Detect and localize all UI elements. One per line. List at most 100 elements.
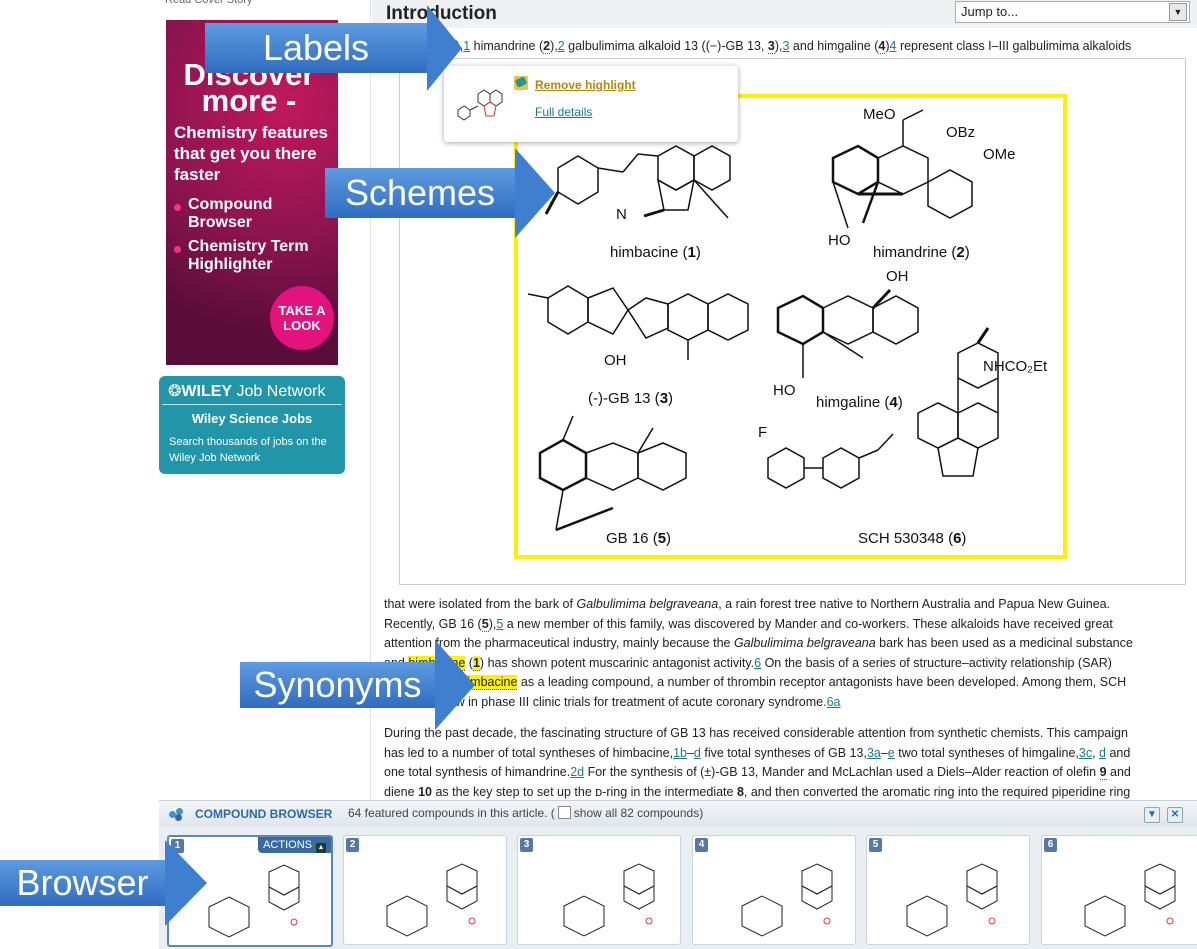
text: as the key step to set up the ᴅ-ring in … [431,784,737,799]
compound-number: 6 [953,530,962,547]
atom-label: MeO [863,106,896,123]
text: and [1105,745,1131,760]
text: – [686,745,694,760]
compound-label[interactable]: 3 [767,39,775,54]
text: and [1106,765,1131,779]
structure-ring [966,885,998,910]
reference-link[interactable]: e [888,746,895,760]
compound-label[interactable]: 8 [737,785,744,799]
compound-name: (-)-GB 13 [588,390,651,407]
ad-bullets: Compound Browser Chemistry Term Highligh… [170,196,328,280]
text: , a rain forest tree native to Northern … [718,597,1111,611]
text: and himgaline ( [789,39,879,53]
structure-ring [741,895,783,937]
compound-label[interactable]: 9 [1099,765,1107,780]
species-name: Galbulimima belgraveana [576,597,719,611]
remove-highlight-link[interactable]: Remove highlight [535,78,636,92]
jobs-header: ❂WILEY Job Network [162,376,342,405]
callout-text: Labels [205,23,427,73]
show-all-checkbox[interactable] [557,806,571,819]
jobs-title[interactable]: Wiley Science Jobs [159,411,345,426]
oxygen-atom [645,917,653,925]
term-popup: Remove highlight Full details [444,66,738,142]
text: that were isolated from the bark of [384,597,577,611]
text: a new member of this family, was discove… [503,616,1113,631]
compound-structure-thumbnail [906,863,998,937]
paragraph-line: Recently, GB 16 (5),5 a new member of th… [384,616,1113,632]
compound-number: 4 [889,394,898,411]
atom-label: HO [773,382,796,399]
text: represent class I–III galbulimima alkalo… [896,39,1132,53]
jump-to-select[interactable]: Jump to... ▼ [955,1,1190,23]
compound-browser-logo-icon [169,808,187,821]
chemical-scheme[interactable]: himbacine (1) himandrine (2) (-)-GB 13 (… [514,94,1067,559]
jobs-brand-suffix: Job Network [236,383,326,400]
paragraph-line: that were isolated from the bark of Galb… [384,595,1196,615]
compound-browser-header: COMPOUND BROWSER 64 featured compounds i… [159,801,1197,827]
take-a-look-button[interactable]: TAKE A LOOK [270,286,334,350]
text: has shown potent muscarinic antagonist a… [484,655,755,670]
paragraph-2: During the past decade, the fascinating … [384,724,1196,802]
featured-count-text: 64 featured compounds in this article. ( [348,806,555,820]
compound-label[interactable]: 5 [481,616,489,632]
structure-ring [446,863,478,895]
structure-ring [1144,863,1176,895]
reference-link[interactable]: 3c [1079,746,1092,760]
compound-card[interactable]: 4 [692,835,856,945]
reference-link[interactable]: 6a [827,695,841,709]
show-all-label[interactable]: show all 82 compounds) [574,806,703,820]
compound-caption-2: himandrine (2) [873,244,970,261]
structure-ring [563,895,605,937]
read-cover-story-link[interactable]: Read Cover Story [165,0,252,6]
close-icon[interactable]: ✕ [1167,807,1183,823]
compound-browser-panel: COMPOUND BROWSER 64 featured compounds i… [159,800,1197,949]
wiley-job-network-box[interactable]: ❂WILEY Job Network Wiley Science Jobs Se… [159,376,345,474]
text: five total syntheses of GB 13, [700,745,867,760]
paragraph-line: and himbacine (1) has shown potent musca… [384,654,1196,674]
structure-ring [386,895,428,937]
text: diene [384,784,419,799]
compound-name: GB 16 [606,530,649,547]
compound-card[interactable]: 3 [517,835,681,945]
compound-number: 1 [687,244,696,261]
callout-text: Browser [0,860,165,906]
atom-label: F [758,424,768,441]
chevron-down-icon[interactable]: ▼ [1169,3,1187,21]
structure-ring [208,896,250,938]
compound-card[interactable]: 2 [343,835,507,945]
compound-name: himandrine [873,244,948,261]
compound-number: 2 [956,244,965,261]
compound-caption-1: himbacine (1) [610,244,701,261]
reference-link[interactable]: 2d [570,765,584,779]
paragraph-line: 530348 is now in phase III clinic trials… [384,693,1196,713]
compound-card[interactable]: 5 [866,835,1030,945]
structure-ring [623,885,655,910]
compound-label[interactable]: 10 [418,785,432,799]
text: two total syntheses of himgaline, [894,745,1079,760]
text: one total synthesis of himandrine. [384,765,571,779]
reference-link[interactable]: 2 [558,39,565,53]
full-details-link[interactable]: Full details [535,105,592,119]
arrow-right-icon [515,148,555,238]
reference-link[interactable]: d [1099,746,1106,760]
text: himandrine ( [470,39,544,53]
collapse-icon[interactable]: ▼ [1144,807,1160,823]
reference-link[interactable]: d [694,746,701,760]
reference-link[interactable]: 3a [867,746,881,760]
paragraph-line: has led to a number of total syntheses o… [384,745,1131,760]
atom-label: OH [886,268,909,285]
paragraph-1: that were isolated from the bark of Galb… [384,595,1196,712]
compound-label[interactable]: 2 [543,39,551,54]
text: On the basis of a series of structure–ac… [761,655,1112,670]
atom-label: NHCO₂Et [983,358,1048,375]
paragraph-line: attention from the pharmaceutical indust… [384,634,1196,654]
atom-label: OH [604,352,627,369]
structure-ring [446,885,478,910]
compound-card[interactable]: 6 [1041,835,1197,945]
reference-link[interactable]: 1b [673,746,687,760]
compound-label[interactable]: 4 [878,39,886,54]
oxygen-atom [290,918,298,926]
text: – [880,745,888,760]
compound-name: himbacine [610,244,679,261]
compound-name: SCH 530348 [858,530,944,547]
